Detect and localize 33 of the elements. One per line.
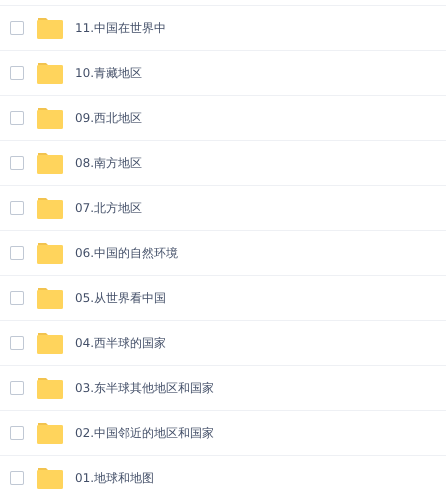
- checkbox[interactable]: [10, 381, 24, 395]
- file-name[interactable]: 11.中国在世界中: [75, 19, 166, 37]
- file-name[interactable]: 10.青藏地区: [75, 64, 142, 82]
- folder-icon: [37, 332, 63, 354]
- folder-icon: [37, 287, 63, 309]
- file-name[interactable]: 01.地球和地图: [75, 469, 154, 487]
- folder-icon: [37, 62, 63, 84]
- file-name[interactable]: 09.西北地区: [75, 109, 142, 127]
- checkbox[interactable]: [10, 246, 24, 260]
- file-name[interactable]: 06.中国的自然环境: [75, 244, 178, 262]
- checkbox[interactable]: [10, 156, 24, 170]
- folder-icon: [37, 17, 63, 39]
- folder-icon: [37, 242, 63, 264]
- folder-icon: [37, 377, 63, 399]
- folder-icon: [37, 107, 63, 129]
- folder-icon: [37, 467, 63, 489]
- folder-icon: [37, 197, 63, 219]
- checkbox[interactable]: [10, 471, 24, 485]
- folder-icon: [37, 422, 63, 444]
- folder-icon: [37, 152, 63, 174]
- checkbox[interactable]: [10, 21, 24, 35]
- file-name[interactable]: 02.中国邻近的地区和国家: [75, 424, 214, 442]
- checkbox[interactable]: [10, 336, 24, 350]
- file-name[interactable]: 05.从世界看中国: [75, 289, 166, 307]
- checkbox[interactable]: [10, 426, 24, 440]
- checkbox[interactable]: [10, 201, 24, 215]
- checkbox[interactable]: [10, 291, 24, 305]
- file-name[interactable]: 07.北方地区: [75, 199, 142, 217]
- file-name[interactable]: 08.南方地区: [75, 154, 142, 172]
- checkbox[interactable]: [10, 111, 24, 125]
- file-name[interactable]: 03.东半球其他地区和国家: [75, 379, 214, 397]
- checkbox[interactable]: [10, 66, 24, 80]
- file-name[interactable]: 04.西半球的国家: [75, 334, 166, 352]
